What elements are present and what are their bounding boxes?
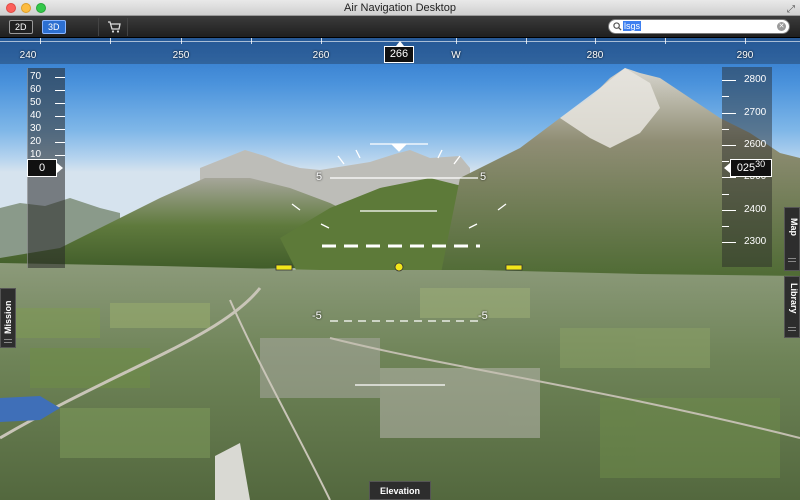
view-3d-button[interactable]: 3D xyxy=(42,20,66,34)
mission-tab[interactable]: Mission xyxy=(0,288,16,348)
elevation-tab-label: Elevation xyxy=(379,486,420,496)
pitch-label: -5 xyxy=(312,310,322,322)
cart-icon xyxy=(108,21,121,33)
pitch-label: -5 xyxy=(478,310,488,322)
right-wing-marker xyxy=(505,264,523,271)
pitch-label: 5 xyxy=(480,171,487,183)
minimize-window-button[interactable] xyxy=(21,3,31,13)
search-field[interactable]: lsgs ✕ xyxy=(608,19,790,34)
clear-search-icon[interactable]: ✕ xyxy=(777,22,786,31)
zoom-window-button[interactable] xyxy=(36,3,46,13)
mission-tab-label: Mission xyxy=(3,300,13,334)
pitch-label: 5 xyxy=(316,171,323,183)
3d-view[interactable]: 240 250 260 W 280 290 266 70 60 50 40 30… xyxy=(0,38,800,500)
elevation-tab[interactable]: Elevation xyxy=(369,481,431,500)
window-title: Air Navigation Desktop xyxy=(344,2,456,14)
map-tab-label: Map xyxy=(789,218,799,236)
title-bar: Air Navigation Desktop ⤢ xyxy=(0,0,800,16)
flight-path-marker xyxy=(394,262,404,272)
toolbar: 2D 3D lsgs ✕ xyxy=(0,16,800,38)
close-window-button[interactable] xyxy=(6,3,16,13)
search-input[interactable]: lsgs xyxy=(623,21,773,32)
left-wing-marker xyxy=(275,264,293,271)
search-input-value: lsgs xyxy=(623,21,642,31)
map-tab[interactable]: Map xyxy=(784,207,800,271)
library-tab[interactable]: Library xyxy=(784,276,800,338)
view-2d-button[interactable]: 2D xyxy=(9,20,33,34)
library-tab-label: Library xyxy=(789,283,799,314)
search-icon xyxy=(613,22,622,31)
store-button[interactable] xyxy=(98,18,128,36)
hud-overlay xyxy=(275,143,523,386)
